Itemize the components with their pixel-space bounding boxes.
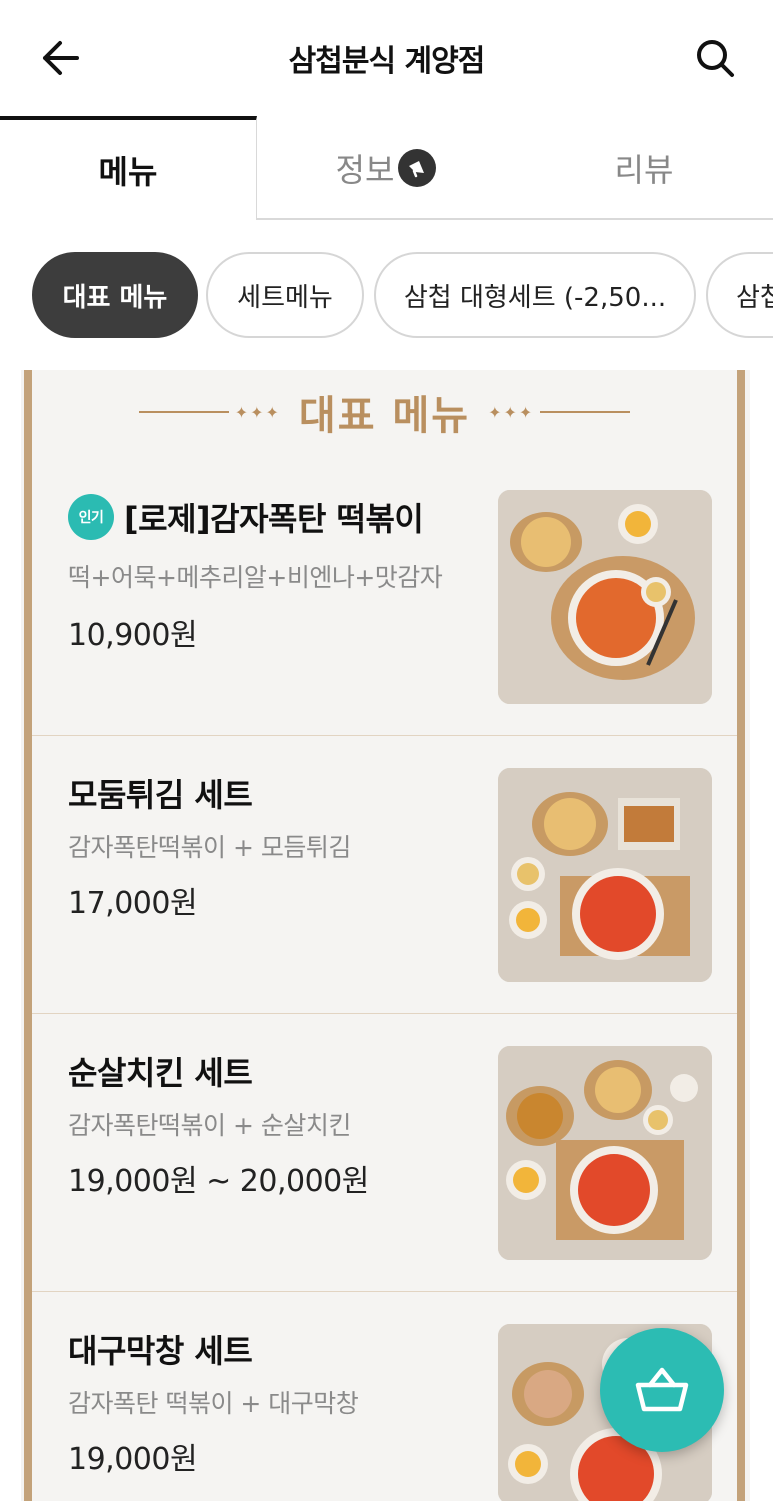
ornament-right: ✦✦✦ <box>488 403 636 422</box>
cart-button[interactable] <box>600 1328 724 1452</box>
item-description: 감자폭탄떡볶이 + 모듬튀김 <box>68 833 351 862</box>
menu-board: ✦✦✦ 대표 메뉴 ✦✦✦ 인기 [로제]감자폭탄 떡볶이 떡+어묵+메추리알+… <box>32 370 737 1501</box>
tab-info[interactable]: 정보 <box>257 116 515 220</box>
item-name: 순살치킨 세트 <box>68 1054 253 1092</box>
item-photo <box>498 768 712 982</box>
category-chips: 대표 메뉴 세트메뉴 삼첩 대형세트 (-2,50... 삼첩 <box>0 220 773 370</box>
tab-info-label: 정보 <box>335 151 395 189</box>
ornament-left: ✦✦✦ <box>133 403 281 422</box>
basket-icon <box>635 1367 689 1412</box>
chip-more[interactable]: 삼첩 <box>706 252 773 338</box>
tab-menu[interactable]: 메뉴 <box>0 116 257 220</box>
section-header: ✦✦✦ 대표 메뉴 ✦✦✦ <box>32 382 737 442</box>
megaphone-icon <box>398 149 437 187</box>
item-description: 감자폭탄 떡볶이 + 대구막창 <box>68 1389 359 1418</box>
board-frame-left <box>24 370 32 1501</box>
item-photo <box>498 1046 712 1260</box>
tab-review[interactable]: 리뷰 <box>515 116 773 220</box>
menu-item[interactable]: 인기 [로제]감자폭탄 떡볶이 떡+어묵+메추리알+비엔나+맛감자 10,900… <box>32 458 737 736</box>
search-icon <box>697 40 734 77</box>
chip-label: 삼첩 대형세트 (-2,50... <box>403 282 667 313</box>
chip-label: 대표 메뉴 <box>62 282 168 313</box>
item-description: 떡+어묵+메추리알+비엔나+맛감자 <box>68 563 443 592</box>
item-description: 감자폭탄떡볶이 + 순살치킨 <box>68 1111 351 1140</box>
item-name: 모둠튀김 세트 <box>68 776 253 814</box>
menu-item[interactable]: 모둠튀김 세트 감자폭탄떡볶이 + 모듬튀김 17,000원 <box>32 736 737 1014</box>
item-name-row: 인기 [로제]감자폭탄 떡볶이 <box>68 494 424 540</box>
chip-signature-menu[interactable]: 대표 메뉴 <box>32 252 198 338</box>
item-price: 10,900원 <box>68 618 198 653</box>
store-tabs: 메뉴 정보 리뷰 <box>0 116 773 220</box>
app-header: 삼첩분식 계양점 <box>0 0 773 116</box>
popular-badge: 인기 <box>68 494 114 540</box>
board-frame-right <box>737 370 745 1501</box>
item-price: 17,000원 <box>68 886 198 921</box>
item-price: 19,000원 <box>68 1442 198 1477</box>
tab-menu-label: 메뉴 <box>98 153 158 191</box>
item-name: 대구막창 세트 <box>68 1332 253 1370</box>
chip-label: 세트메뉴 <box>237 282 333 313</box>
item-price: 19,000원 ~ 20,000원 <box>68 1164 369 1199</box>
chip-set-menu[interactable]: 세트메뉴 <box>206 252 364 338</box>
menu-item[interactable]: 순살치킨 세트 감자폭탄떡볶이 + 순살치킨 19,000원 ~ 20,000원 <box>32 1014 737 1292</box>
store-title: 삼첩분식 계양점 <box>288 44 486 79</box>
search-button[interactable] <box>685 30 745 86</box>
section-title: 대표 메뉴 <box>298 393 471 439</box>
item-name: [로제]감자폭탄 떡볶이 <box>124 500 424 538</box>
chip-large-set[interactable]: 삼첩 대형세트 (-2,50... <box>374 252 696 338</box>
tab-review-label: 리뷰 <box>614 151 674 189</box>
item-photo <box>498 490 712 704</box>
chip-label: 삼첩 <box>736 282 773 313</box>
